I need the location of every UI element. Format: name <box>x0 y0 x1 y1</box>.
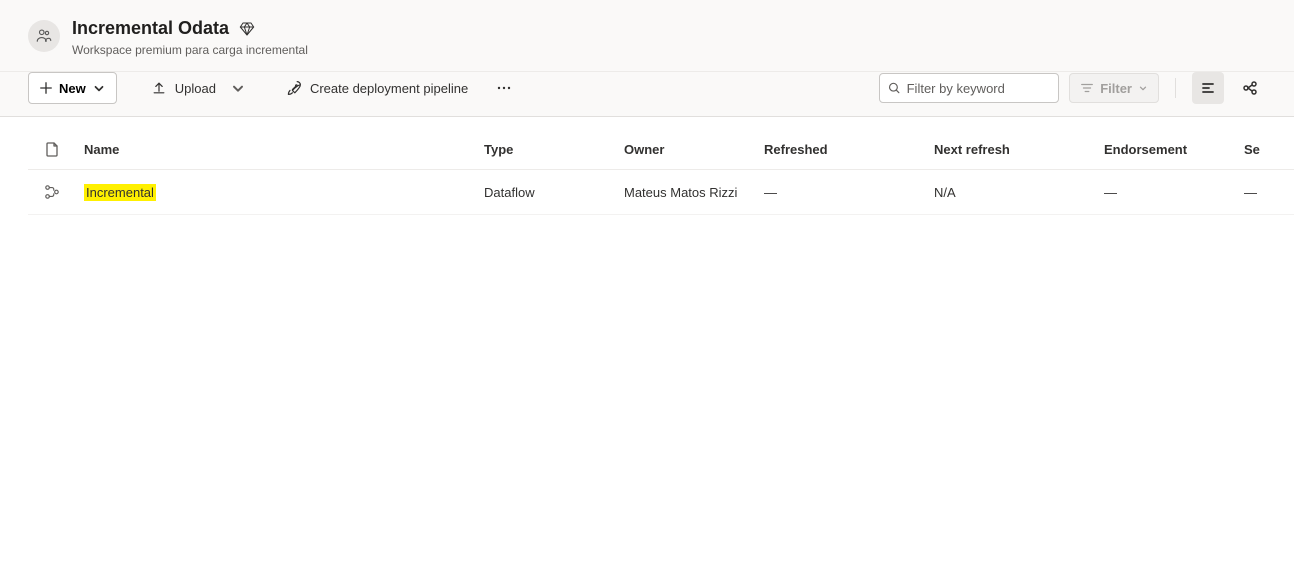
filter-lines-icon <box>1080 81 1094 95</box>
content-list: Name Type Owner Refreshed Next refresh E… <box>0 117 1294 215</box>
plus-icon <box>39 81 53 95</box>
search-input[interactable] <box>907 81 1051 96</box>
column-header-endorsement[interactable]: Endorsement <box>1096 117 1236 170</box>
column-header-next-refresh[interactable]: Next refresh <box>926 117 1096 170</box>
item-sensitivity: — <box>1236 170 1294 215</box>
upload-button-label: Upload <box>175 81 216 96</box>
item-refreshed: — <box>756 170 926 215</box>
file-icon <box>44 141 60 157</box>
ellipsis-icon <box>496 80 512 96</box>
more-options-button[interactable] <box>488 72 520 104</box>
column-header-name[interactable]: Name <box>76 117 476 170</box>
chevron-down-icon <box>92 81 106 95</box>
item-name[interactable]: Incremental <box>84 184 156 201</box>
list-lines-icon <box>1200 80 1216 96</box>
separator <box>1175 78 1176 98</box>
table-header-row: Name Type Owner Refreshed Next refresh E… <box>28 117 1294 170</box>
item-owner: Mateus Matos Rizzi <box>616 170 756 215</box>
upload-icon <box>151 80 167 96</box>
create-pipeline-button[interactable]: Create deployment pipeline <box>276 72 478 104</box>
column-header-owner[interactable]: Owner <box>616 117 756 170</box>
item-endorsement: — <box>1096 170 1236 215</box>
search-box[interactable] <box>879 73 1059 103</box>
workspace-subtitle: Workspace premium para carga incremental <box>72 43 308 57</box>
lineage-view-button[interactable] <box>1234 72 1266 104</box>
list-view-button[interactable] <box>1192 72 1224 104</box>
dataflow-icon <box>44 184 60 200</box>
new-button-label: New <box>59 81 86 96</box>
upload-button[interactable]: Upload <box>141 72 256 104</box>
rocket-icon <box>286 80 302 96</box>
toolbar: New Upload Create deployment pipeline Fi… <box>0 72 1294 117</box>
chevron-down-icon <box>1138 83 1148 93</box>
item-type: Dataflow <box>476 170 616 215</box>
premium-diamond-icon <box>239 21 255 37</box>
create-pipeline-label: Create deployment pipeline <box>310 81 468 96</box>
table-row[interactable]: Incremental Dataflow Mateus Matos Rizzi … <box>28 170 1294 215</box>
filter-button[interactable]: Filter <box>1069 73 1159 103</box>
chevron-down-icon <box>230 80 246 96</box>
column-header-sensitivity[interactable]: Se <box>1236 117 1294 170</box>
search-icon <box>888 81 900 95</box>
column-header-icon[interactable] <box>28 117 76 170</box>
workspace-header: Incremental Odata Workspace premium para… <box>0 0 1294 72</box>
column-header-refreshed[interactable]: Refreshed <box>756 117 926 170</box>
lineage-icon <box>1242 80 1258 96</box>
workspace-avatar <box>28 20 60 52</box>
new-button[interactable]: New <box>28 72 117 104</box>
filter-button-label: Filter <box>1100 81 1132 96</box>
workspace-title: Incremental Odata <box>72 18 229 39</box>
column-header-type[interactable]: Type <box>476 117 616 170</box>
item-next-refresh: N/A <box>926 170 1096 215</box>
